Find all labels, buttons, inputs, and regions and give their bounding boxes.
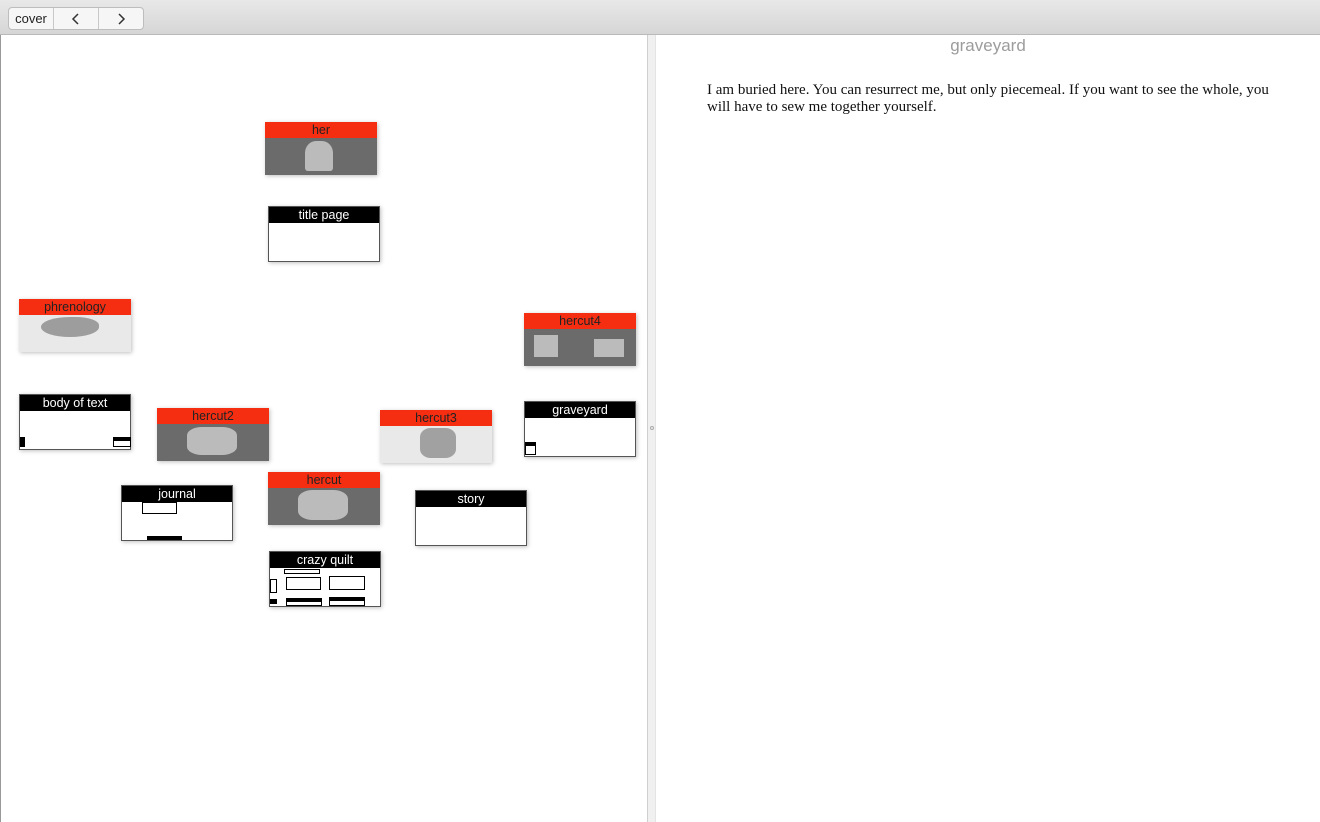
node-journal[interactable]: journal (121, 485, 233, 541)
node-title: story (416, 491, 526, 507)
document-view: graveyard I am buried here. You can resu… (656, 35, 1320, 822)
node-text-preview (525, 418, 635, 456)
node-title: body of text (20, 395, 130, 411)
navigation-button-group: cover (8, 7, 144, 30)
splitter-handle-icon[interactable] (650, 426, 654, 430)
node-title-page[interactable]: title page (268, 206, 380, 262)
node-hercut[interactable]: hercut (268, 472, 380, 525)
cover-button[interactable]: cover (9, 8, 54, 29)
node-text-preview (122, 502, 232, 540)
node-graveyard[interactable]: graveyard (524, 401, 636, 457)
node-body-of-text[interactable]: body of text (19, 394, 131, 450)
node-crazy-quilt[interactable]: crazy quilt (269, 551, 381, 607)
toolbar: cover (0, 0, 1320, 35)
node-title: crazy quilt (270, 552, 380, 568)
node-title: hercut4 (524, 313, 636, 329)
node-her[interactable]: her (265, 122, 377, 175)
node-title: her (265, 122, 377, 138)
node-text-preview (20, 411, 131, 449)
node-image-thumbnail (268, 488, 380, 525)
node-image-thumbnail (524, 329, 636, 366)
node-title: graveyard (525, 402, 635, 418)
node-text-preview (269, 223, 379, 261)
node-title: hercut2 (157, 408, 269, 424)
node-image-thumbnail (265, 138, 377, 175)
node-title: journal (122, 486, 232, 502)
node-hercut3[interactable]: hercut3 (380, 410, 492, 463)
node-image-thumbnail (19, 315, 131, 352)
node-story[interactable]: story (415, 490, 527, 546)
node-title: phrenology (19, 299, 131, 315)
node-image-thumbnail (380, 426, 492, 463)
document-title: graveyard (950, 36, 1026, 55)
chevron-right-icon (118, 12, 126, 25)
chevron-left-icon (71, 12, 79, 25)
node-hercut2[interactable]: hercut2 (157, 408, 269, 461)
node-text-preview (270, 568, 380, 606)
node-title: hercut3 (380, 410, 492, 426)
document-body-text[interactable]: I am buried here. You can resurrect me, … (707, 82, 1277, 116)
back-button[interactable] (54, 8, 99, 29)
forward-button[interactable] (99, 8, 143, 29)
node-image-thumbnail (157, 424, 269, 461)
map-view[interactable]: her title page phrenology hercut4 body o… (0, 35, 648, 822)
node-text-preview (416, 507, 526, 545)
node-phrenology[interactable]: phrenology (19, 299, 131, 352)
node-title: title page (269, 207, 379, 223)
node-hercut4[interactable]: hercut4 (524, 313, 636, 366)
pane-splitter[interactable] (647, 35, 656, 822)
node-title: hercut (268, 472, 380, 488)
